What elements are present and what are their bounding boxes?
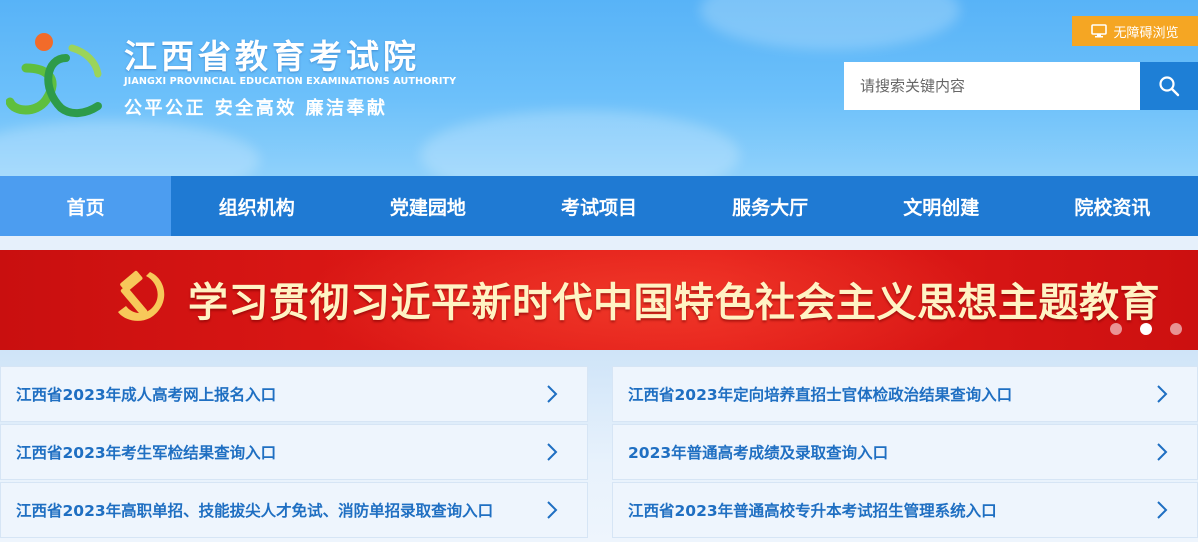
monitor-icon (1091, 24, 1108, 38)
chevron-right-icon (547, 443, 558, 461)
quick-link-label: 2023年普通高考成绩及录取查询入口 (628, 444, 889, 462)
chevron-right-icon (547, 501, 558, 519)
search-button[interactable] (1140, 62, 1198, 110)
banner-headline: 学习贯彻习近平新时代中国特色社会主义思想主题教育 (188, 280, 1160, 326)
quick-link-item[interactable]: 江西省2023年考生军检结果查询入口 (0, 424, 588, 480)
chevron-right-icon (1157, 385, 1168, 403)
quick-link-label: 江西省2023年普通高校专升本考试招生管理系统入口 (628, 502, 997, 520)
quick-link-item[interactable]: 江西省2023年普通高校专升本考试招生管理系统入口 (612, 482, 1198, 538)
logo-icon[interactable] (6, 28, 106, 118)
accessibility-label: 无障碍浏览 (1113, 25, 1179, 41)
quick-link-item[interactable]: 江西省2023年成人高考网上报名入口 (0, 366, 588, 422)
site-title: 江西省教育考试院 (124, 37, 420, 76)
nav-item-home[interactable]: 首页 (0, 176, 172, 236)
nav-divider (0, 236, 1198, 250)
chevron-right-icon (547, 385, 558, 403)
nav-item-service-hall[interactable]: 服务大厅 (685, 176, 856, 236)
main-nav: 首页 组织机构 党建园地 考试项目 服务大厅 文明创建 院校资讯 (0, 176, 1198, 236)
nav-item-civilization[interactable]: 文明创建 (856, 176, 1027, 236)
site-motto: 公平公正 安全高效 廉洁奉献 (124, 98, 388, 119)
nav-item-party-building[interactable]: 党建园地 (342, 176, 513, 236)
hammer-sickle-icon (118, 270, 165, 321)
nav-item-exams[interactable]: 考试项目 (513, 176, 684, 236)
quick-link-item[interactable]: 江西省2023年定向培养直招士官体检政治结果查询入口 (612, 366, 1198, 422)
quick-link-item[interactable]: 2023年普通高考成绩及录取查询入口 (612, 424, 1198, 480)
quick-link-label: 江西省2023年成人高考网上报名入口 (16, 386, 277, 404)
carousel-dot-2[interactable] (1140, 323, 1152, 335)
nav-item-college-news[interactable]: 院校资讯 (1027, 176, 1198, 236)
search-icon (1159, 76, 1180, 97)
quick-link-item[interactable]: 江西省2023年高职单招、技能拔尖人才免试、消防单招录取查询入口 (0, 482, 588, 538)
cloud-decoration (700, 0, 960, 50)
site-title-en: JIANGXI PROVINCIAL EDUCATION EXAMINATION… (124, 76, 457, 87)
nav-item-organization[interactable]: 组织机构 (171, 176, 342, 236)
chevron-right-icon (1157, 501, 1168, 519)
carousel-dot-1[interactable] (1110, 323, 1122, 335)
quick-link-label: 江西省2023年考生军检结果查询入口 (16, 444, 277, 462)
search-input[interactable] (844, 62, 1140, 110)
quick-link-label: 江西省2023年定向培养直招士官体检政治结果查询入口 (628, 386, 1013, 404)
quick-link-label: 江西省2023年高职单招、技能拔尖人才免试、消防单招录取查询入口 (16, 502, 494, 520)
cloud-decoration (420, 110, 740, 176)
cloud-decoration (0, 120, 260, 176)
accessibility-button[interactable]: 无障碍浏览 (1072, 16, 1198, 46)
carousel-dot-3[interactable] (1170, 323, 1182, 335)
chevron-right-icon (1157, 443, 1168, 461)
